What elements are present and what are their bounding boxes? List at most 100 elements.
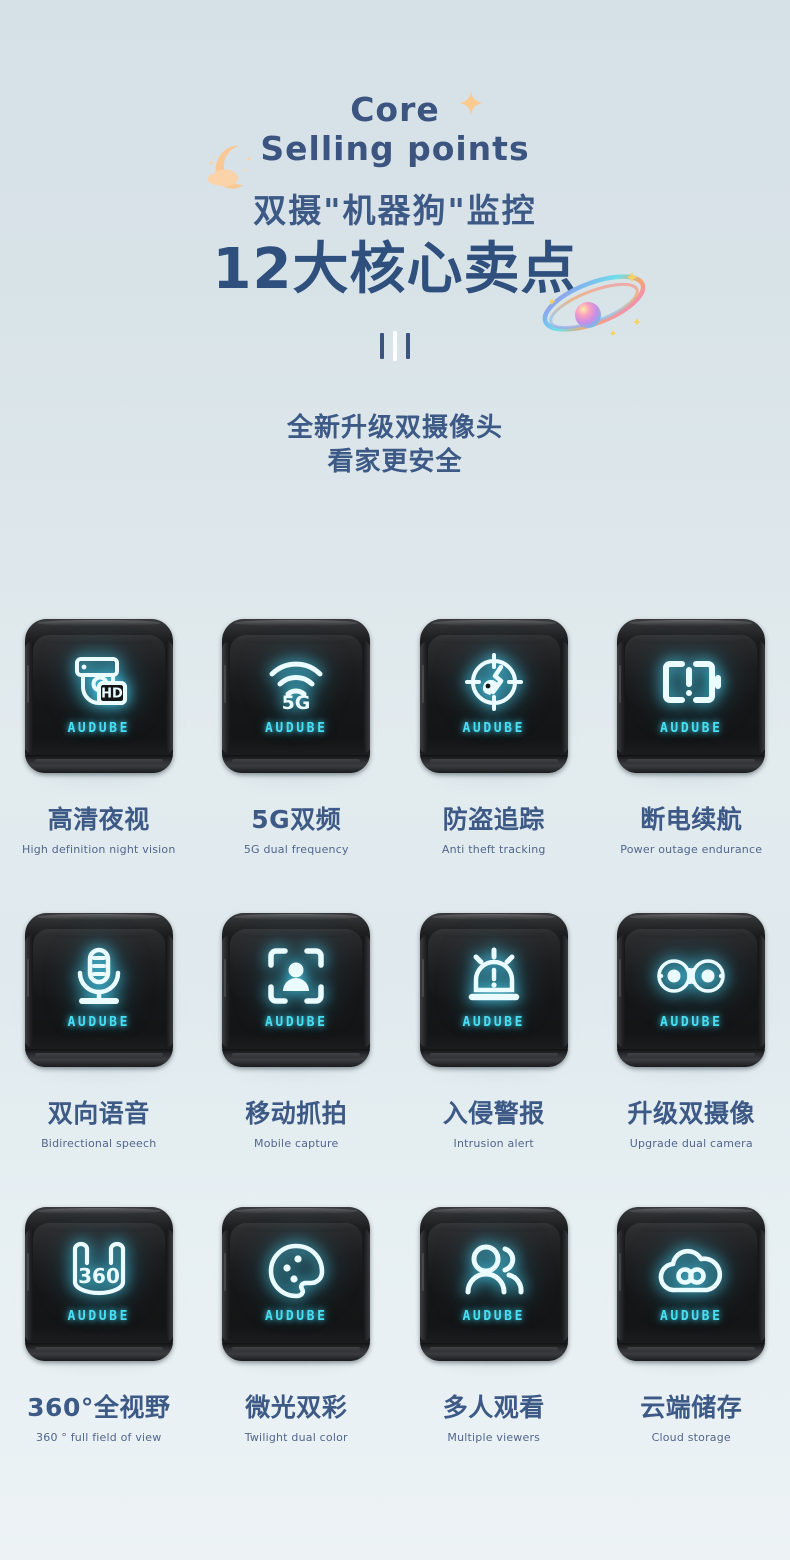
feature-label-en: Intrusion alert [453, 1137, 534, 1150]
device-foot [222, 755, 371, 773]
feature-label-en: High definition night vision [22, 843, 176, 856]
device-left-rail [617, 935, 626, 1047]
feature-cell[interactable]: HD AUDUBE 高清夜视 High definition night vis… [0, 606, 198, 856]
feature-label-en: 5G dual frequency [243, 843, 349, 856]
feature-label-en: 360 ° full field of view [36, 1431, 162, 1444]
feature-cell[interactable]: AUDUBE 双向语音 Bidirectional speech [0, 900, 198, 1150]
device-tile[interactable]: 360 AUDUBE [18, 1194, 180, 1374]
device-foot [617, 1049, 766, 1067]
svg-text:HD: HD [101, 687, 123, 702]
feature-grid: HD AUDUBE 高清夜视 High definition night vis… [0, 606, 790, 1444]
device-tile[interactable]: AUDUBE [610, 606, 772, 786]
device-body: AUDUBE [617, 913, 766, 1067]
promo-page: Core Selling points 双摄"机器狗"监控 12大核心卖点 全新… [0, 0, 790, 1560]
divider-bar-left [380, 333, 384, 359]
feature-label-en: Mobile capture [254, 1137, 339, 1150]
cloud-infinity-icon [655, 1239, 727, 1301]
feature-cell[interactable]: AUDUBE 防盗追踪 Anti theft tracking [395, 606, 593, 856]
device-face: HD AUDUBE [33, 641, 165, 757]
device-foot [222, 1049, 371, 1067]
brand-label: AUDUBE [659, 721, 723, 736]
feature-cell[interactable]: AUDUBE 多人观看 Multiple viewers [395, 1194, 593, 1444]
device-body: AUDUBE [419, 619, 568, 773]
feature-label-en: Bidirectional speech [41, 1137, 157, 1150]
device-tile[interactable]: AUDUBE [413, 900, 575, 1080]
brand-label: AUDUBE [659, 1015, 723, 1030]
device-face: AUDUBE [33, 935, 165, 1051]
device-right-rail [165, 641, 173, 753]
english-heading-line2: Selling points [260, 129, 530, 168]
feature-cell[interactable]: AUDUBE 断电续航 Power outage endurance [593, 606, 790, 856]
feature-label-cn: 防盗追踪 [442, 805, 545, 834]
device-face: AUDUBE [625, 935, 757, 1051]
device-tile[interactable]: AUDUBE [215, 900, 377, 1080]
device-face: AUDUBE [428, 641, 560, 757]
device-right-rail [363, 1229, 371, 1341]
brand-label: AUDUBE [264, 721, 328, 736]
device-tile[interactable]: AUDUBE [18, 900, 180, 1080]
brand-label: AUDUBE [264, 1309, 328, 1324]
device-tile[interactable]: HD AUDUBE [18, 606, 180, 786]
feature-cell[interactable]: AUDUBE 入侵警报 Intrusion alert [395, 900, 593, 1150]
feature-cell[interactable]: AUDUBE 移动抓拍 Mobile capture [198, 900, 396, 1150]
microphone-icon [63, 945, 135, 1007]
chinese-headline: 12大核心卖点 [0, 237, 790, 303]
feature-label-cn: 多人观看 [442, 1393, 545, 1422]
device-foot [24, 1343, 173, 1361]
device-face: AUDUBE [625, 641, 757, 757]
device-tile[interactable]: AUDUBE [413, 606, 575, 786]
anti-theft-target-icon [458, 651, 530, 713]
device-left-rail [222, 641, 231, 753]
device-body: AUDUBE [419, 1207, 568, 1361]
panorama-360-icon: 360 [63, 1239, 135, 1301]
feature-label-cn: 断电续航 [640, 805, 743, 834]
brand-label: AUDUBE [462, 1309, 526, 1324]
multi-user-icon [458, 1239, 530, 1301]
device-body: 360 AUDUBE [24, 1207, 173, 1361]
feature-label-cn: 云端储存 [640, 1393, 743, 1422]
device-face: AUDUBE [428, 935, 560, 1051]
device-tile[interactable]: AUDUBE [610, 900, 772, 1080]
device-face: AUDUBE [428, 1229, 560, 1345]
device-tile[interactable]: 5G AUDUBE [215, 606, 377, 786]
device-left-rail [222, 935, 231, 1047]
device-foot [222, 1343, 371, 1361]
feature-label-cn: 升级双摄像 [627, 1099, 755, 1128]
alarm-siren-icon [458, 945, 530, 1007]
brand-label: AUDUBE [67, 1015, 131, 1030]
feature-cell[interactable]: AUDUBE 升级双摄像 Upgrade dual camera [593, 900, 790, 1150]
device-right-rail [165, 1229, 173, 1341]
device-tile[interactable]: AUDUBE [215, 1194, 377, 1374]
device-left-rail [222, 1229, 231, 1341]
device-left-rail [24, 935, 33, 1047]
device-face: AUDUBE [230, 1229, 362, 1345]
device-tile[interactable]: AUDUBE [610, 1194, 772, 1374]
three-bar-divider [0, 331, 790, 361]
feature-cell[interactable]: AUDUBE 云端储存 Cloud storage [593, 1194, 790, 1444]
device-right-rail [363, 935, 371, 1047]
device-face: 360 AUDUBE [33, 1229, 165, 1345]
brand-label: AUDUBE [67, 721, 131, 736]
device-right-rail [560, 1229, 568, 1341]
feature-cell[interactable]: 5G AUDUBE 5G双频 5G dual frequency [198, 606, 396, 856]
device-right-rail [363, 641, 371, 753]
feature-cell[interactable]: 360 AUDUBE 360°全视野 360 ° full field of v… [0, 1194, 198, 1444]
device-left-rail [419, 1229, 428, 1341]
device-right-rail [758, 641, 766, 753]
device-body: AUDUBE [222, 1207, 371, 1361]
feature-label-cn: 双向语音 [47, 1099, 150, 1128]
page-header: Core Selling points 双摄"机器狗"监控 12大核心卖点 全新… [0, 0, 790, 479]
brand-label: AUDUBE [67, 1309, 131, 1324]
dual-lens-icon [655, 945, 727, 1007]
feature-label-en: Cloud storage [651, 1431, 731, 1444]
feature-cell[interactable]: AUDUBE 微光双彩 Twilight dual color [198, 1194, 396, 1444]
device-foot [419, 755, 568, 773]
svg-text:5G: 5G [282, 692, 311, 714]
device-left-rail [617, 641, 626, 753]
color-palette-icon [260, 1239, 332, 1301]
device-body: 5G AUDUBE [222, 619, 371, 773]
tagline-line2: 看家更安全 [327, 447, 463, 477]
device-left-rail [24, 1229, 33, 1341]
device-tile[interactable]: AUDUBE [413, 1194, 575, 1374]
device-body: AUDUBE [617, 619, 766, 773]
